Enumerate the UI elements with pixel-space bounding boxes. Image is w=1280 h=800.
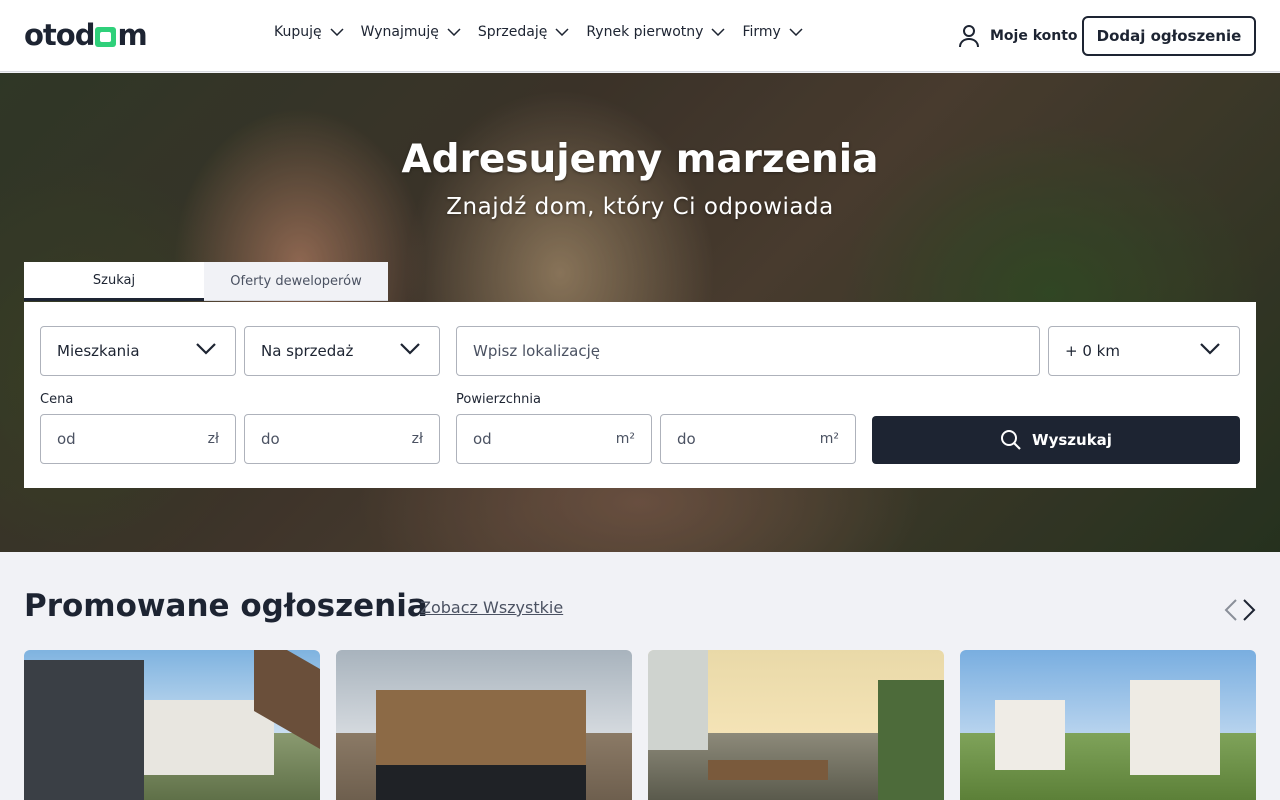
nav-item-label: Wynajmuję xyxy=(360,24,439,40)
listing-card-image[interactable] xyxy=(960,650,1256,800)
transaction-type-select[interactable]: Na sprzedaż xyxy=(244,326,440,376)
listing-card-image[interactable] xyxy=(336,650,632,800)
area-to-placeholder: do xyxy=(677,430,696,448)
chevron-down-icon xyxy=(330,28,344,36)
radius-select[interactable]: + 0 km xyxy=(1048,326,1240,376)
listing-card-image[interactable] xyxy=(24,650,320,800)
nav-item-firmy[interactable]: Firmy xyxy=(742,24,803,40)
area-label: Powierzchnia xyxy=(456,392,541,407)
card-photo-building xyxy=(648,650,708,750)
nav-item-label: Rynek pierwotny xyxy=(586,24,704,40)
price-unit: zł xyxy=(207,431,219,447)
property-type-select[interactable]: Mieszkania xyxy=(40,326,236,376)
chevron-down-icon xyxy=(555,28,569,36)
nav-item-label: Firmy xyxy=(742,24,781,40)
search-button[interactable]: Wyszukaj xyxy=(872,416,1240,464)
listing-card-image[interactable] xyxy=(648,650,944,800)
search-button-label: Wyszukaj xyxy=(1032,431,1112,449)
chevron-down-icon xyxy=(400,343,420,355)
main-nav: Kupuję Wynajmuję Sprzedaję Rynek pierwot… xyxy=(274,24,820,40)
chevron-down-icon xyxy=(711,28,725,36)
card-photo-building xyxy=(376,690,586,765)
nav-item-rynek-pierwotny[interactable]: Rynek pierwotny xyxy=(586,24,725,40)
card-photo-building xyxy=(995,700,1065,770)
hero-subtitle: Znajdź dom, który Ci odpowiada xyxy=(446,194,834,220)
nav-item-wynajmuje[interactable]: Wynajmuję xyxy=(361,24,461,40)
price-unit: zł xyxy=(411,431,423,447)
radius-value: + 0 km xyxy=(1065,342,1120,360)
location-placeholder: Wpisz lokalizację xyxy=(473,342,600,360)
location-input[interactable]: Wpisz lokalizację xyxy=(456,326,1040,376)
chevron-down-icon xyxy=(1200,343,1220,355)
user-icon xyxy=(959,25,979,48)
my-account-link[interactable]: Moje konto xyxy=(958,24,1078,48)
see-all-link[interactable]: Zobacz Wszystkie xyxy=(420,598,563,617)
price-label: Cena xyxy=(40,392,74,407)
chevron-down-icon xyxy=(196,343,216,355)
nav-item-label: Sprzedaję xyxy=(477,24,548,40)
top-header: otod m Kupuję Wynajmuję Sprzedaję Rynek p… xyxy=(0,0,1280,72)
chevron-left-icon[interactable] xyxy=(1224,598,1238,622)
card-photo-table xyxy=(708,760,828,780)
tab-oferty-deweloperow[interactable]: Oferty deweloperów xyxy=(204,262,388,301)
nav-item-kupuje[interactable]: Kupuję xyxy=(274,24,344,40)
search-panel: Mieszkania Na sprzedaż Wpisz lokalizację… xyxy=(24,302,1256,488)
area-unit: m² xyxy=(615,431,635,447)
add-listing-button[interactable]: Dodaj ogłoszenie xyxy=(1082,16,1256,56)
promoted-title: Promowane ogłoszenia xyxy=(24,588,428,624)
search-tabs: Szukaj Oferty deweloperów xyxy=(24,262,388,301)
transaction-type-value: Na sprzedaż xyxy=(261,342,354,360)
price-from-input[interactable]: od zł xyxy=(40,414,236,464)
otodom-logo[interactable]: otod m xyxy=(24,18,148,52)
my-account-label: Moje konto xyxy=(990,28,1078,44)
card-photo-building xyxy=(24,660,144,800)
search-icon xyxy=(1001,430,1021,450)
card-photo-plants xyxy=(878,680,944,800)
price-from-placeholder: od xyxy=(57,430,76,448)
chevron-down-icon xyxy=(789,28,803,36)
area-from-input[interactable]: od m² xyxy=(456,414,652,464)
price-to-placeholder: do xyxy=(261,430,280,448)
nav-item-sprzedaje[interactable]: Sprzedaję xyxy=(478,24,569,40)
property-type-value: Mieszkania xyxy=(57,342,140,360)
card-photo-building xyxy=(376,765,586,800)
area-from-placeholder: od xyxy=(473,430,492,448)
hero-title: Adresujemy marzenia xyxy=(401,137,879,182)
area-unit: m² xyxy=(819,431,839,447)
price-to-input[interactable]: do zł xyxy=(244,414,440,464)
tab-szukaj[interactable]: Szukaj xyxy=(24,262,204,301)
area-to-input[interactable]: do m² xyxy=(660,414,856,464)
card-photo-building xyxy=(1130,680,1220,775)
chevron-right-icon[interactable] xyxy=(1242,598,1256,622)
chevron-down-icon xyxy=(447,28,461,36)
nav-item-label: Kupuję xyxy=(274,24,322,40)
